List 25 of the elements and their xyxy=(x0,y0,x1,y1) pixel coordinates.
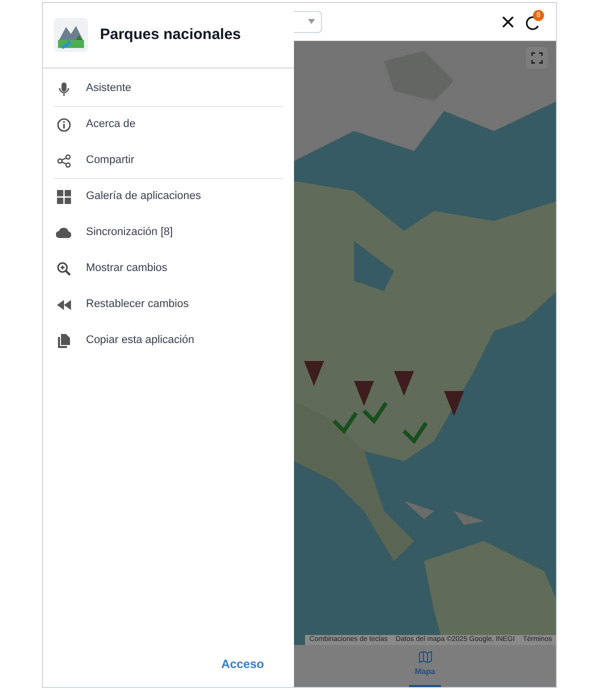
menu-item[interactable]: Asistente xyxy=(54,71,283,107)
menu-item[interactable]: Mostrar cambios xyxy=(54,251,283,287)
login-link[interactable]: Acceso xyxy=(221,655,264,673)
menu-item[interactable]: Sincronización [8] xyxy=(54,215,283,251)
menu-item[interactable]: Copiar esta aplicación xyxy=(54,323,283,359)
fullscreen-icon xyxy=(531,52,543,64)
share-icon xyxy=(57,154,71,168)
sync-icon[interactable] xyxy=(526,16,540,30)
menu-item[interactable]: Compartir xyxy=(54,143,283,179)
map-icon xyxy=(418,651,432,663)
menu-item[interactable]: Restablecer cambios xyxy=(54,287,283,323)
microphone-icon xyxy=(57,82,71,96)
menu-item[interactable]: Acerca de xyxy=(54,107,283,143)
close-icon[interactable] xyxy=(502,16,514,28)
grid-icon xyxy=(57,190,71,204)
zoom-in-icon xyxy=(57,262,71,276)
rewind-icon xyxy=(57,300,71,310)
copy-icon xyxy=(58,334,70,348)
caret-icon xyxy=(308,19,315,24)
app-title: Parques nacionales xyxy=(100,24,241,45)
app-logo-icon xyxy=(54,18,88,52)
menu-item[interactable]: Galería de aplicaciones xyxy=(54,179,283,215)
fullscreen-button[interactable] xyxy=(526,47,548,69)
info-icon xyxy=(57,118,71,132)
cloud-icon xyxy=(56,227,72,238)
